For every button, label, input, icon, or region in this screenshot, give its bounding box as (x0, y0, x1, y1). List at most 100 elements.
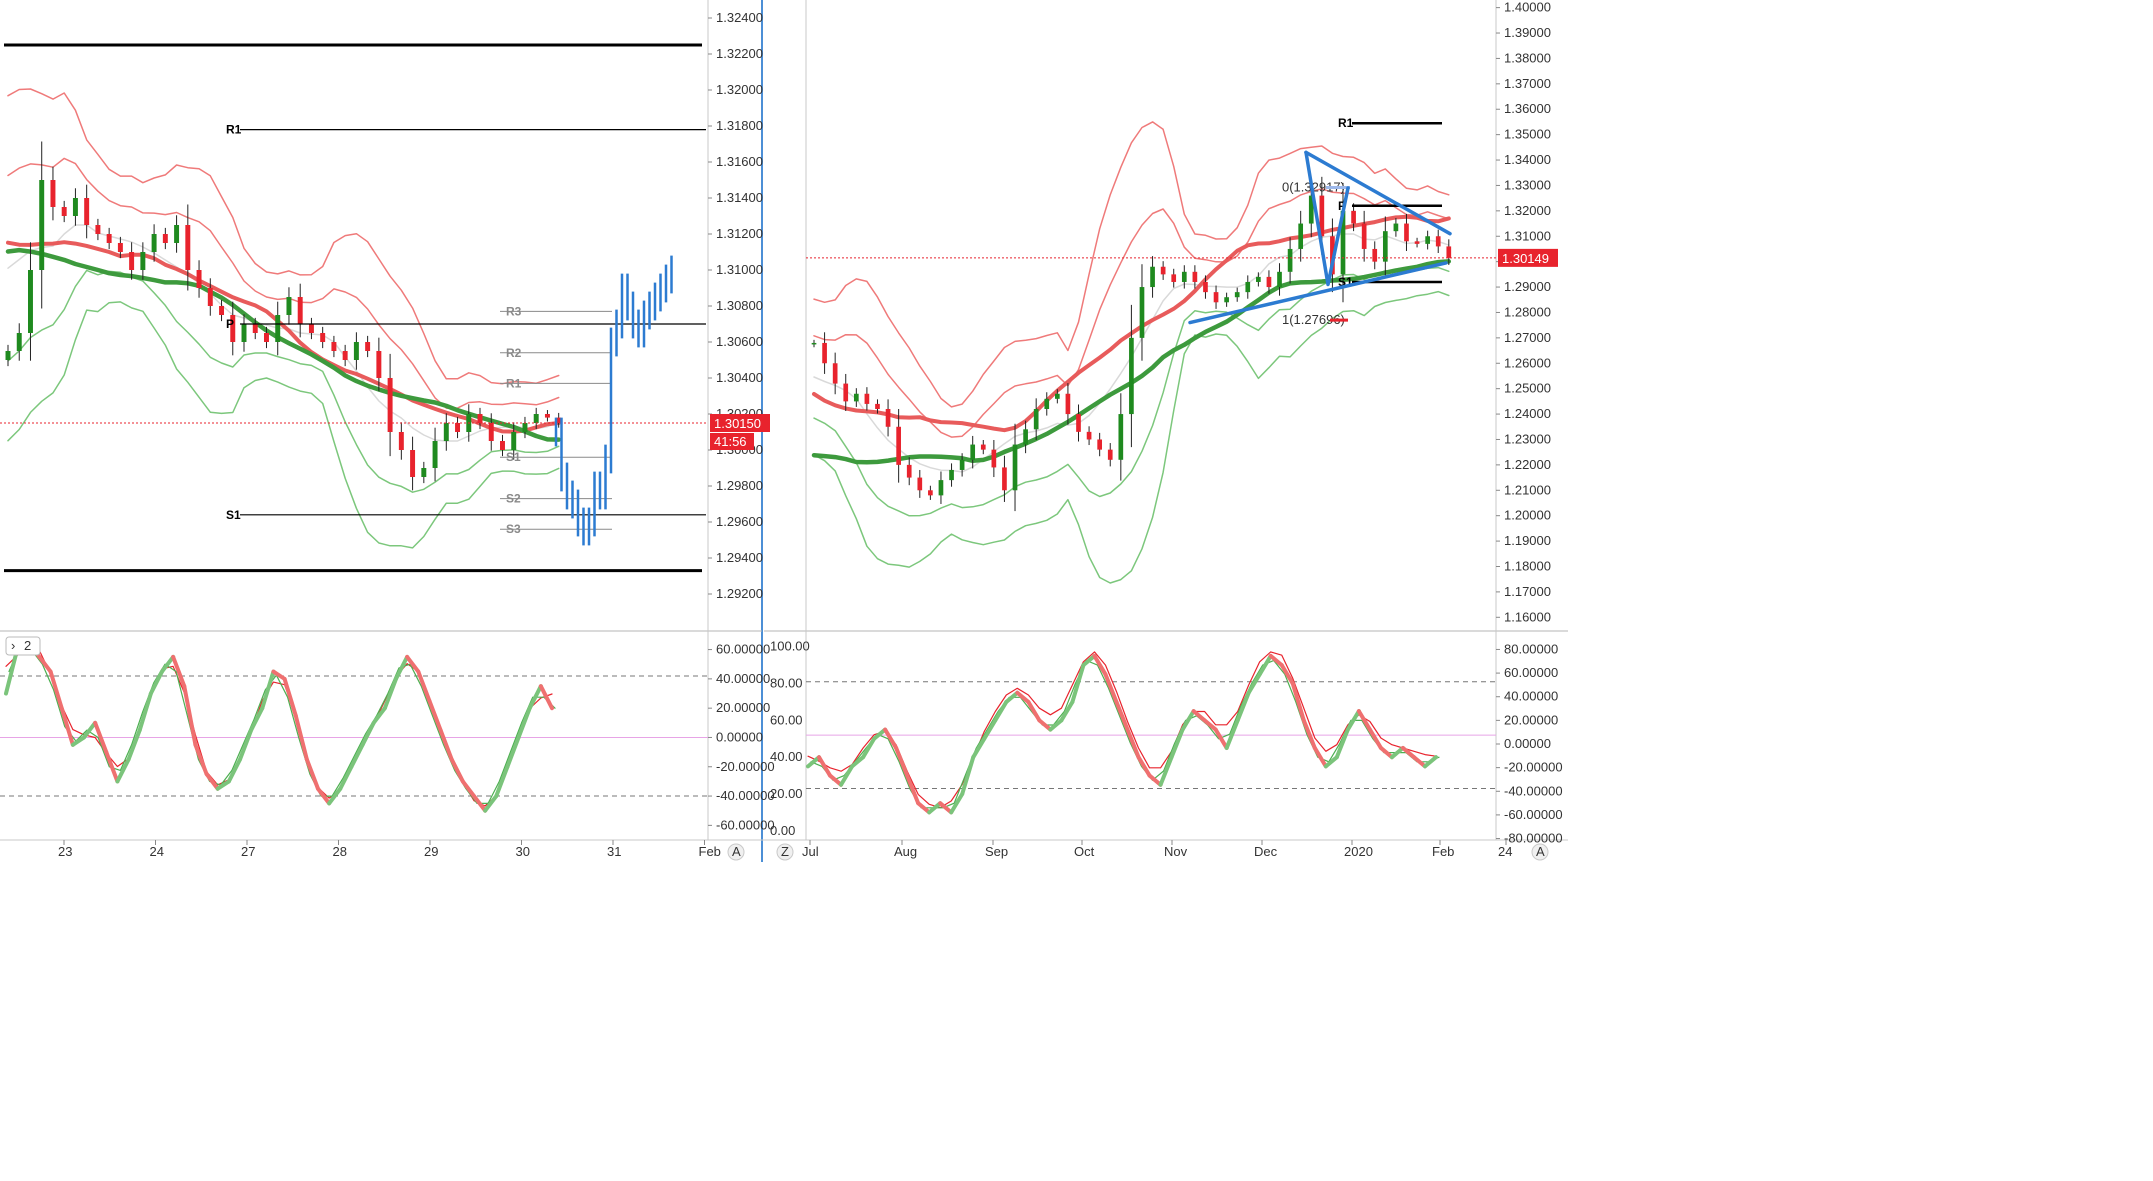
candle-body (1298, 223, 1304, 249)
candle-body (1245, 281, 1251, 293)
chart-panels: 1.32400 1.32200 1.32000 1.31800 1.31600 1.314… (0, 0, 2153, 1181)
candle-body (443, 423, 449, 441)
candle-body (843, 383, 849, 402)
candle-body (1171, 274, 1177, 282)
candle-body (39, 180, 45, 270)
candle-body (1065, 393, 1071, 415)
minor-pivot-label: S3 (506, 522, 521, 536)
x-tick-label: Sep (985, 844, 1008, 859)
auto-scale-button-left[interactable]: A (732, 844, 741, 859)
zoom-button[interactable]: Z (781, 844, 789, 859)
y-tick-label: 1.28000 (1504, 304, 1551, 319)
candle-body (1256, 276, 1261, 282)
candle-body (1150, 266, 1155, 288)
y-tick-label: 1.31400 (716, 190, 763, 205)
candle-body (1086, 431, 1092, 440)
x-tick-label: 24 (1498, 844, 1512, 859)
y-tick-label: 1.19000 (1504, 533, 1551, 548)
candle-body (264, 333, 269, 342)
candle-body (522, 423, 528, 432)
blank-margin (1568, 0, 2153, 1181)
y-tick-label: 1.31600 (716, 154, 763, 169)
candle-body (398, 432, 404, 450)
candle-body (117, 243, 123, 252)
y-tick-label: 1.27000 (1504, 330, 1551, 345)
candle-body (811, 342, 817, 345)
y-tick-label: 1.29200 (716, 586, 763, 601)
candle-body (207, 288, 213, 306)
y-tick-label: 1.31800 (716, 118, 763, 133)
x-tick-label: 27 (241, 844, 255, 859)
x-tick-label: Feb (699, 844, 721, 859)
osc-y-tick-label: 0.00000 (716, 729, 763, 744)
osc-right-tick-label: -40.00000 (1504, 783, 1563, 798)
candle-body (1192, 271, 1198, 282)
y-tick-label: 1.31000 (1504, 228, 1551, 243)
candle-body (477, 414, 483, 423)
osc-y-tick-label: 60.00000 (716, 642, 770, 657)
osc-left-tick-label: 40.00 (770, 749, 803, 764)
minor-pivot-label: S2 (506, 492, 521, 506)
osc-y-tick-label: -40.00000 (716, 788, 775, 803)
candle-body (1033, 408, 1039, 430)
candle-body (185, 225, 191, 270)
candle-body (342, 351, 348, 360)
candle-body (1023, 429, 1028, 445)
candle-body (1002, 467, 1007, 491)
candle-body (1012, 444, 1018, 491)
y-tick-label: 1.24000 (1504, 406, 1551, 421)
candle-body (1435, 236, 1441, 247)
candle-body (917, 477, 923, 491)
candle-body (544, 414, 550, 418)
candle-body (832, 363, 838, 384)
candle-body (106, 234, 112, 243)
candle-body (488, 423, 494, 441)
y-tick-label: 1.38000 (1504, 50, 1551, 65)
chart-stage: 1.32400 1.32200 1.32000 1.31800 1.31600 1.314… (0, 0, 2153, 1181)
auto-scale-button-right[interactable]: A (1536, 844, 1545, 859)
candle-body (970, 444, 976, 460)
candle-body (1446, 246, 1452, 258)
candle-body (331, 342, 337, 351)
candle-body (455, 423, 461, 432)
candle-body (875, 403, 880, 409)
candle-body (320, 333, 326, 342)
candle-body (1224, 297, 1229, 303)
candle-body (511, 432, 517, 450)
candle-body (72, 198, 78, 216)
candle-body (1044, 398, 1050, 409)
candle-body (1076, 414, 1081, 432)
osc-right-tick-label: 40.00000 (1504, 689, 1558, 704)
candle-body (286, 297, 292, 315)
y-tick-label: 1.33000 (1504, 177, 1551, 192)
candle-body (410, 450, 416, 477)
countdown-label: 41:56 (714, 434, 747, 449)
x-tick-label: 2020 (1344, 844, 1373, 859)
y-tick-label: 1.32400 (716, 10, 763, 25)
candle-body (387, 378, 393, 432)
candle-body (1404, 223, 1409, 242)
y-tick-label: 1.26000 (1504, 355, 1551, 370)
osc-right-tick-label: 0.00000 (1504, 736, 1551, 751)
candle-body (1139, 287, 1145, 338)
candle-body (1129, 337, 1134, 415)
candle-body (1414, 241, 1420, 244)
candle-body (1287, 248, 1293, 272)
candle-body (906, 464, 912, 478)
y-tick-label: 1.35000 (1504, 127, 1551, 142)
y-tick-label: 1.36000 (1504, 101, 1551, 116)
candle-body (991, 449, 997, 468)
x-tick-label: Aug (894, 844, 917, 859)
y-tick-label: 1.23000 (1504, 431, 1551, 446)
last-price-label: 1.30150 (714, 416, 761, 431)
candle-body (308, 324, 314, 333)
candle-body (896, 426, 901, 465)
candle-body (162, 234, 168, 243)
x-tick-label: 24 (150, 844, 164, 859)
y-tick-label: 1.30600 (716, 334, 763, 349)
candle-body (297, 297, 303, 324)
osc-right-tick-label: 80.00000 (1504, 641, 1558, 656)
osc-y-tick-label: -60.00000 (716, 817, 775, 832)
osc-right-tick-label: -60.00000 (1504, 807, 1563, 822)
osc-y-tick-label: 40.00000 (716, 671, 770, 686)
